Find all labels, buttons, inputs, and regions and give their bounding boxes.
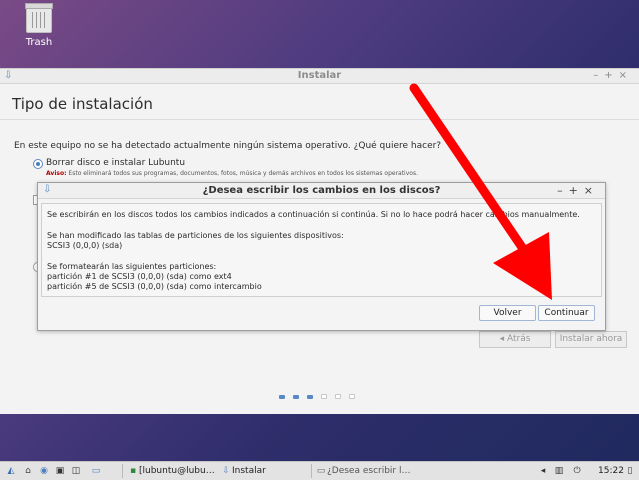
browser-icon[interactable]: ◉ bbox=[38, 465, 50, 477]
dialog-task[interactable]: ¿Desea escribir l… bbox=[327, 464, 411, 478]
show-desktop-icon[interactable]: ▯ bbox=[624, 465, 636, 477]
volume-icon[interactable]: ◂ bbox=[537, 465, 549, 477]
taskbar-separator bbox=[311, 464, 312, 478]
taskbar-separator bbox=[122, 464, 123, 478]
installer-task-icon: ⇩ bbox=[222, 466, 230, 476]
menu-icon[interactable]: ◭ bbox=[5, 465, 17, 477]
installer-task[interactable]: Instalar bbox=[232, 464, 266, 478]
terminal-task[interactable]: [lubuntu@lubu… bbox=[139, 464, 215, 478]
terminal-icon: ▪ bbox=[129, 466, 137, 476]
arrow-shaft bbox=[409, 83, 537, 267]
desktop-switcher-icon[interactable]: ▭ bbox=[90, 465, 102, 477]
home-icon[interactable]: ⌂ bbox=[22, 465, 34, 477]
dialog-task-icon: ▭ bbox=[316, 466, 326, 476]
power-icon[interactable]: ⏻ bbox=[571, 465, 583, 477]
files-icon[interactable]: ▣ bbox=[54, 465, 66, 477]
workspace-icon[interactable]: ◫ bbox=[70, 465, 82, 477]
taskbar: ◭ ⌂ ◉ ▣ ◫ ▭ ▪ [lubuntu@lubu… ⇩ Instalar … bbox=[0, 461, 639, 480]
network-icon[interactable]: ▥ bbox=[553, 465, 565, 477]
clock[interactable]: 15:22 bbox=[598, 464, 624, 478]
annotation-arrow bbox=[409, 83, 552, 300]
